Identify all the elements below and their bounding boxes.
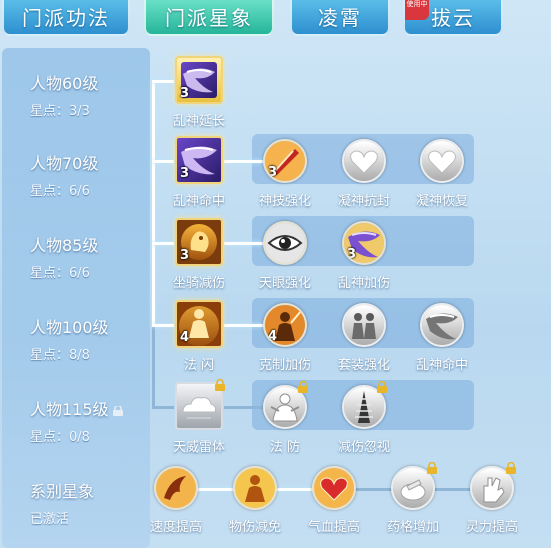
node-label: 气血提高: [307, 520, 360, 535]
link-line-100: [224, 324, 264, 327]
node-zuoqi-jianshang[interactable]: 3: [175, 218, 223, 266]
node-shenji-qianghua[interactable]: 3: [263, 139, 307, 183]
lock-icon: [298, 381, 308, 393]
spirit-hand-icon: [472, 468, 512, 508]
node-luanshen-mingzhong[interactable]: 3: [175, 136, 223, 184]
node-label: 乱神延长: [172, 114, 225, 129]
link-line-85: [224, 242, 264, 245]
heart-red-icon: [314, 468, 354, 508]
node-label: 坐骑减伤: [172, 276, 225, 291]
tab-bar: 门派功法 门派星象 凌霄 拔云 使用中: [0, 0, 551, 40]
level-panel: [2, 48, 150, 548]
node-label: 减伤忽视: [337, 440, 390, 455]
tower-icon: [344, 387, 384, 427]
node-luanshen-jiashang[interactable]: 3: [342, 221, 386, 265]
row-level-60: 人物60级 星点：3/3: [30, 74, 99, 119]
node-label: 速度提高: [149, 520, 202, 535]
node-wushang-jianmian[interactable]: [233, 466, 277, 510]
branch-line-70: [152, 160, 174, 163]
branch-line-85: [152, 242, 174, 245]
eye-icon: [265, 223, 305, 263]
node-kezhi-jiashang[interactable]: 4: [263, 303, 307, 347]
row-level-100: 人物100级 星点：8/8: [30, 318, 109, 363]
shield-figure-icon: [235, 468, 275, 508]
medicine-icon: [393, 468, 433, 508]
node-qixue-tigao[interactable]: [312, 466, 356, 510]
lock-icon: [112, 405, 123, 416]
node-label: 物伤减免: [228, 520, 281, 535]
node-label: 天眼强化: [258, 276, 311, 291]
node-label: 神技强化: [258, 194, 311, 209]
node-label: 乱神加伤: [337, 276, 390, 291]
row-level-70: 人物70级 星点：6/6: [30, 154, 99, 199]
node-taozhuang-qianghua[interactable]: [342, 303, 386, 347]
branch-line-100: [152, 324, 174, 327]
node-sudu-tigao[interactable]: [154, 466, 198, 510]
lock-icon: [506, 462, 516, 474]
node-fa-shan[interactable]: 4: [175, 300, 223, 348]
heart-icon: [344, 141, 384, 181]
node-luanshen-mingzhong-2[interactable]: [420, 303, 464, 347]
tab-lingxiao[interactable]: 凌霄: [290, 0, 390, 36]
in-use-ribbon: 使用中: [405, 0, 429, 20]
scarf-icon: [422, 305, 462, 345]
node-label: 克制加伤: [258, 358, 311, 373]
lock-icon: [215, 379, 225, 391]
node-label: 天威雷体: [172, 440, 225, 455]
row-level-85: 人物85级 星点：6/6: [30, 236, 99, 281]
node-label: 法 防: [269, 440, 301, 455]
lock-icon: [427, 462, 437, 474]
tab-bayun[interactable]: 拔云 使用中: [403, 0, 503, 36]
node-label: 灵力提高: [465, 520, 518, 535]
tab-sect-stars[interactable]: 门派星象: [144, 0, 274, 36]
node-luanshen-yanchang[interactable]: 3: [175, 56, 223, 104]
node-label: 凝神恢复: [415, 194, 468, 209]
node-ningshen-kangfeng[interactable]: [342, 139, 386, 183]
monk-icon: [265, 387, 305, 427]
node-tianyan-qianghua[interactable]: [263, 221, 307, 265]
node-ningshen-huifu[interactable]: [420, 139, 464, 183]
link-line-70: [224, 160, 264, 163]
node-label: 乱神命中: [172, 194, 225, 209]
speed-icon: [156, 468, 196, 508]
lock-icon: [377, 381, 387, 393]
branch-line-115: [152, 406, 174, 409]
node-label: 药格增加: [386, 520, 439, 535]
constellation-header: 系别星象 已激活: [30, 482, 95, 527]
tab-sect-skills[interactable]: 门派功法: [2, 0, 130, 36]
row-level-115: 人物115级 星点：0/8: [30, 396, 124, 445]
warriors-icon: [344, 305, 384, 345]
node-label: 凝神抗封: [337, 194, 390, 209]
branch-line-60: [152, 80, 174, 83]
node-label: 乱神命中: [415, 358, 468, 373]
link-line-115: [224, 406, 264, 409]
node-label: 套装强化: [337, 358, 390, 373]
heart-icon: [422, 141, 462, 181]
node-label: 法 闪: [183, 358, 215, 373]
